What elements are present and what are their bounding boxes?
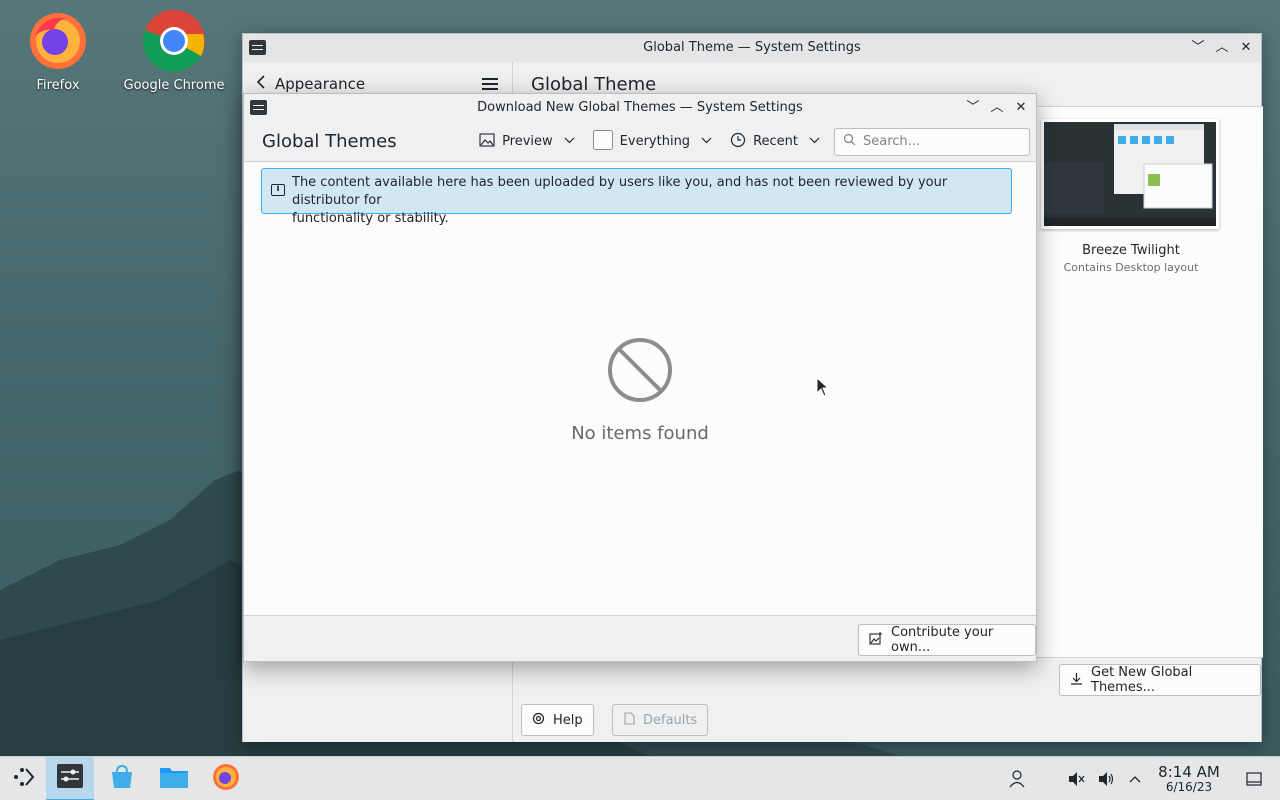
- maximize-icon[interactable]: ︿: [988, 99, 1006, 117]
- desktop-icon-firefox[interactable]: Firefox: [3, 8, 113, 93]
- sort-dropdown[interactable]: Recent: [730, 132, 820, 152]
- preview-dropdown[interactable]: Preview: [479, 132, 575, 151]
- window-titlebar[interactable]: Global Theme — System Settings ﹀ ︿ ✕: [243, 34, 1261, 62]
- taskbar-firefox[interactable]: [202, 757, 250, 800]
- download-themes-dialog: Download New Global Themes — System Sett…: [243, 93, 1037, 662]
- theme-card-breeze-twilight[interactable]: Breeze Twilight Contains Desktop layout: [1041, 119, 1221, 274]
- dialog-title: Download New Global Themes — System Sett…: [477, 100, 803, 115]
- back-arrow-icon[interactable]: [255, 74, 275, 94]
- user-icon[interactable]: [1003, 757, 1031, 800]
- chrome-icon: [141, 8, 207, 74]
- taskbar-dolphin[interactable]: [150, 757, 198, 800]
- no-items-icon: [607, 337, 673, 403]
- firefox-icon: [25, 8, 91, 74]
- contribute-button[interactable]: Contribute your own...: [858, 624, 1036, 656]
- taskbar: 8:14 AM 6/16/23: [0, 756, 1280, 800]
- dialog-titlebar[interactable]: Download New Global Themes — System Sett…: [244, 94, 1036, 122]
- empty-message: No items found: [571, 423, 709, 444]
- search-input[interactable]: Search...: [834, 127, 1030, 156]
- window-title: Global Theme — System Settings: [643, 40, 861, 55]
- info-message-line2: functionality or stability.: [292, 211, 449, 226]
- info-message: i The content available here has been up…: [261, 168, 1012, 226]
- taskbar-discover[interactable]: [98, 757, 146, 800]
- hamburger-menu-icon[interactable]: [482, 78, 500, 90]
- firefox-icon: [211, 762, 241, 796]
- defaults-button[interactable]: Defaults: [612, 704, 709, 736]
- upload-icon: [869, 631, 883, 649]
- taskbar-system-settings[interactable]: [46, 757, 94, 800]
- application-launcher[interactable]: [0, 757, 48, 800]
- chevron-down-icon: [701, 136, 712, 147]
- clock-icon: [730, 132, 746, 152]
- desktop-icon-chrome[interactable]: Google Chrome: [119, 8, 229, 93]
- help-icon: [532, 712, 545, 729]
- info-message-line1: The content available here has been uplo…: [292, 175, 948, 208]
- clock-time: 8:14 AM: [1158, 763, 1220, 781]
- system-settings-app-icon: [249, 40, 266, 55]
- dialog-heading: Global Themes: [262, 131, 397, 152]
- theme-subtitle: Contains Desktop layout: [1063, 261, 1199, 274]
- filter-dropdown[interactable]: Everything: [592, 129, 712, 154]
- dialog-content: i The content available here has been up…: [244, 162, 1036, 616]
- sidebar-back-label[interactable]: Appearance: [275, 75, 365, 93]
- download-icon: [1070, 672, 1083, 689]
- folder-icon: [159, 765, 189, 793]
- minimize-icon[interactable]: ﹀: [1189, 39, 1207, 57]
- close-icon[interactable]: ✕: [1012, 99, 1030, 117]
- search-placeholder: Search...: [863, 134, 921, 149]
- get-new-global-themes-button[interactable]: Get New Global Themes...: [1059, 664, 1261, 696]
- document-revert-icon: [623, 711, 635, 729]
- close-icon[interactable]: ✕: [1237, 39, 1255, 57]
- discover-icon: [109, 764, 135, 794]
- search-icon: [843, 133, 856, 150]
- dialog-toolbar: Global Themes Preview Everything Recent: [244, 122, 1036, 162]
- checkbox-icon: [592, 129, 613, 154]
- digital-clock[interactable]: 8:14 AM 6/16/23: [1150, 763, 1228, 794]
- image-icon: [479, 132, 495, 151]
- show-desktop-icon[interactable]: [1240, 757, 1268, 800]
- info-icon: i: [271, 184, 285, 196]
- page-title: Global Theme: [531, 73, 657, 95]
- chevron-up-icon[interactable]: [1121, 757, 1149, 800]
- maximize-icon[interactable]: ︿: [1213, 39, 1231, 57]
- chevron-down-icon: [809, 136, 820, 147]
- theme-preview-thumbnail: [1041, 119, 1219, 229]
- minimize-icon[interactable]: ﹀: [964, 99, 982, 117]
- chevron-down-icon: [564, 136, 575, 147]
- system-settings-app-icon: [250, 100, 267, 115]
- system-settings-icon: [56, 763, 84, 793]
- launcher-icon: [11, 766, 37, 792]
- volume-icon[interactable]: [1092, 757, 1120, 800]
- help-button[interactable]: Help: [521, 704, 594, 736]
- muted-speaker-icon[interactable]: [1062, 757, 1090, 800]
- clock-date: 6/16/23: [1165, 780, 1213, 794]
- mouse-cursor-icon: [816, 376, 830, 401]
- theme-name: Breeze Twilight: [1082, 243, 1180, 258]
- empty-state: No items found: [244, 337, 1036, 444]
